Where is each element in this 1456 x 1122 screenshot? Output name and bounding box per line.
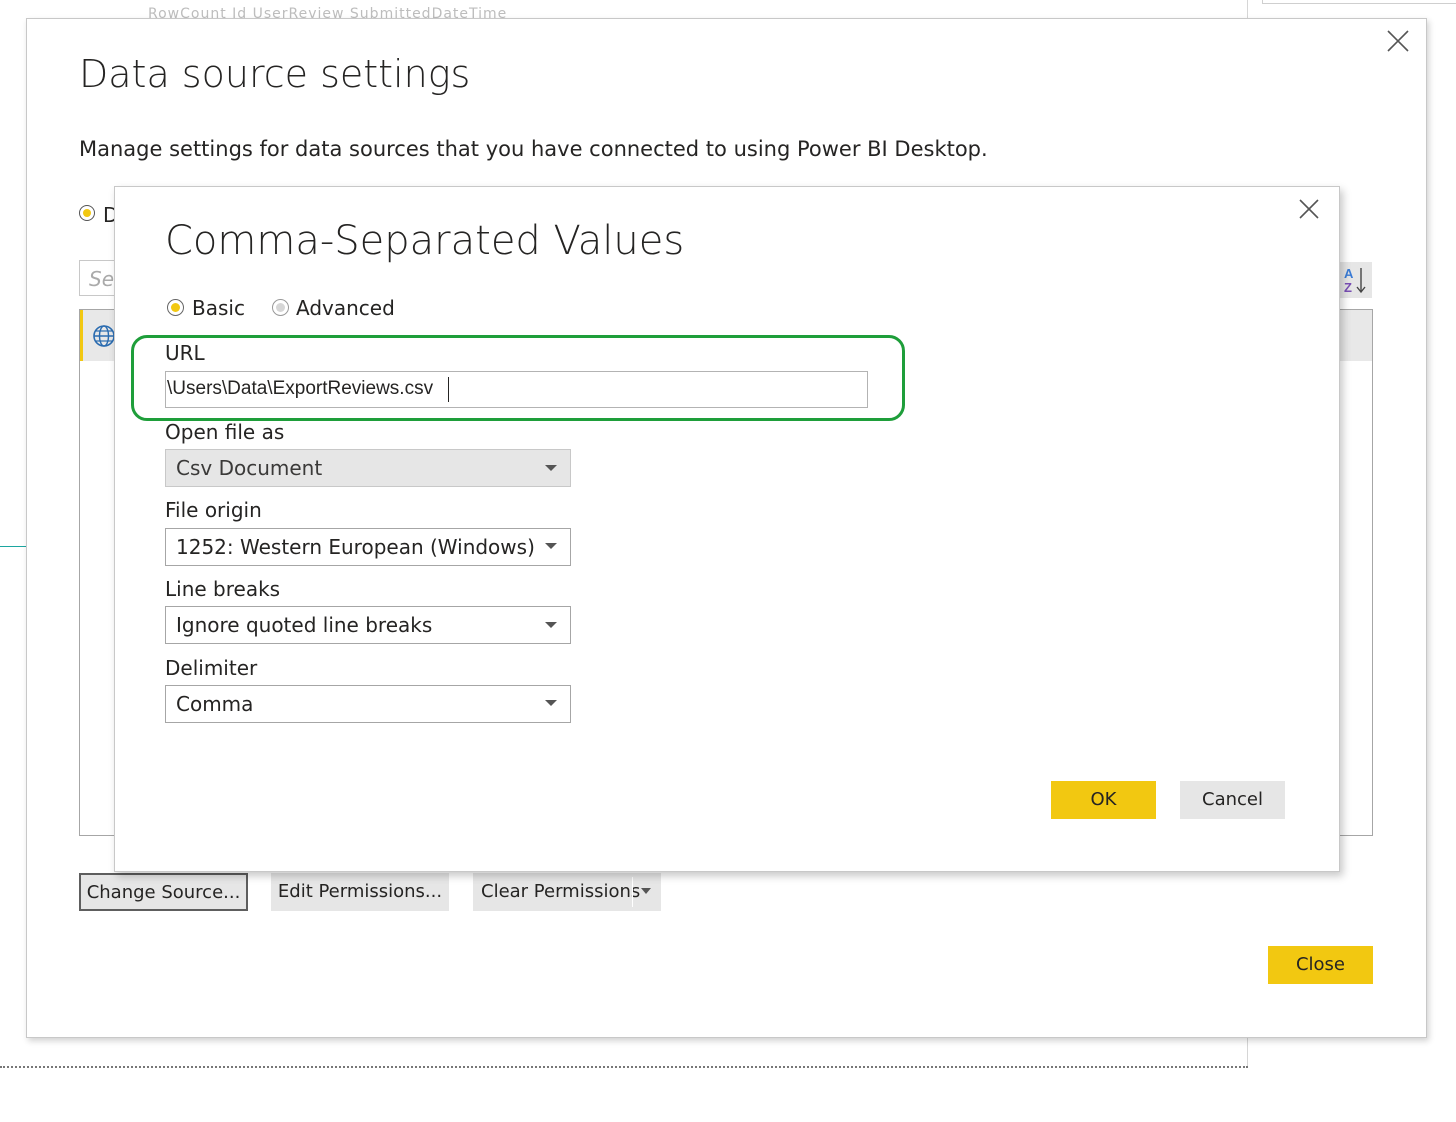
open-file-as-label: Open file as bbox=[165, 420, 285, 444]
close-button[interactable]: Close bbox=[1268, 946, 1373, 984]
list-item-edge bbox=[1338, 310, 1372, 361]
dialog-title: Data source settings bbox=[79, 52, 471, 96]
url-input[interactable]: \Users\Data\ExportReviews.csv bbox=[165, 371, 868, 408]
scope-radio[interactable] bbox=[79, 205, 95, 221]
chevron-down-icon bbox=[545, 700, 557, 706]
sort-az-icon[interactable]: A Z bbox=[1338, 262, 1372, 298]
background-panel-edge bbox=[1262, 0, 1456, 4]
chevron-down-icon bbox=[545, 543, 557, 549]
change-source-button[interactable]: Change Source... bbox=[79, 873, 248, 911]
basic-radio[interactable] bbox=[167, 299, 184, 316]
chevron-down-icon bbox=[545, 622, 557, 628]
open-file-as-select[interactable]: Csv Document bbox=[165, 449, 571, 487]
background-ghost-text: RowCount Id UserReview SubmittedDateTime bbox=[148, 6, 508, 18]
split-divider bbox=[632, 877, 633, 907]
svg-text:A: A bbox=[1344, 266, 1354, 281]
svg-text:Z: Z bbox=[1344, 280, 1352, 295]
close-icon[interactable] bbox=[1296, 196, 1322, 222]
line-breaks-select[interactable]: Ignore quoted line breaks bbox=[165, 606, 571, 644]
globe-icon bbox=[93, 325, 115, 347]
close-icon[interactable] bbox=[1384, 27, 1412, 55]
advanced-radio[interactable] bbox=[272, 299, 289, 316]
chevron-down-icon[interactable] bbox=[641, 888, 651, 894]
background-dotted-line bbox=[0, 1066, 1248, 1068]
basic-radio-label[interactable]: Basic bbox=[192, 296, 245, 320]
chevron-down-icon bbox=[545, 465, 557, 471]
advanced-radio-label[interactable]: Advanced bbox=[296, 296, 395, 320]
file-origin-label: File origin bbox=[165, 498, 262, 522]
edit-permissions-button[interactable]: Edit Permissions... bbox=[271, 873, 449, 911]
line-breaks-label: Line breaks bbox=[165, 577, 281, 601]
search-input[interactable]: Sea bbox=[79, 260, 119, 296]
file-origin-select[interactable]: 1252: Western European (Windows) bbox=[165, 528, 571, 566]
background-teal-line bbox=[0, 546, 26, 547]
delimiter-label: Delimiter bbox=[165, 656, 258, 680]
ok-button[interactable]: OK bbox=[1051, 781, 1156, 819]
dialog-description: Manage settings for data sources that yo… bbox=[79, 137, 988, 161]
delimiter-select[interactable]: Comma bbox=[165, 685, 571, 723]
csv-dialog-title: Comma-Separated Values bbox=[165, 218, 685, 264]
cancel-button[interactable]: Cancel bbox=[1180, 781, 1285, 819]
text-caret bbox=[448, 377, 449, 402]
url-label: URL bbox=[165, 341, 205, 365]
